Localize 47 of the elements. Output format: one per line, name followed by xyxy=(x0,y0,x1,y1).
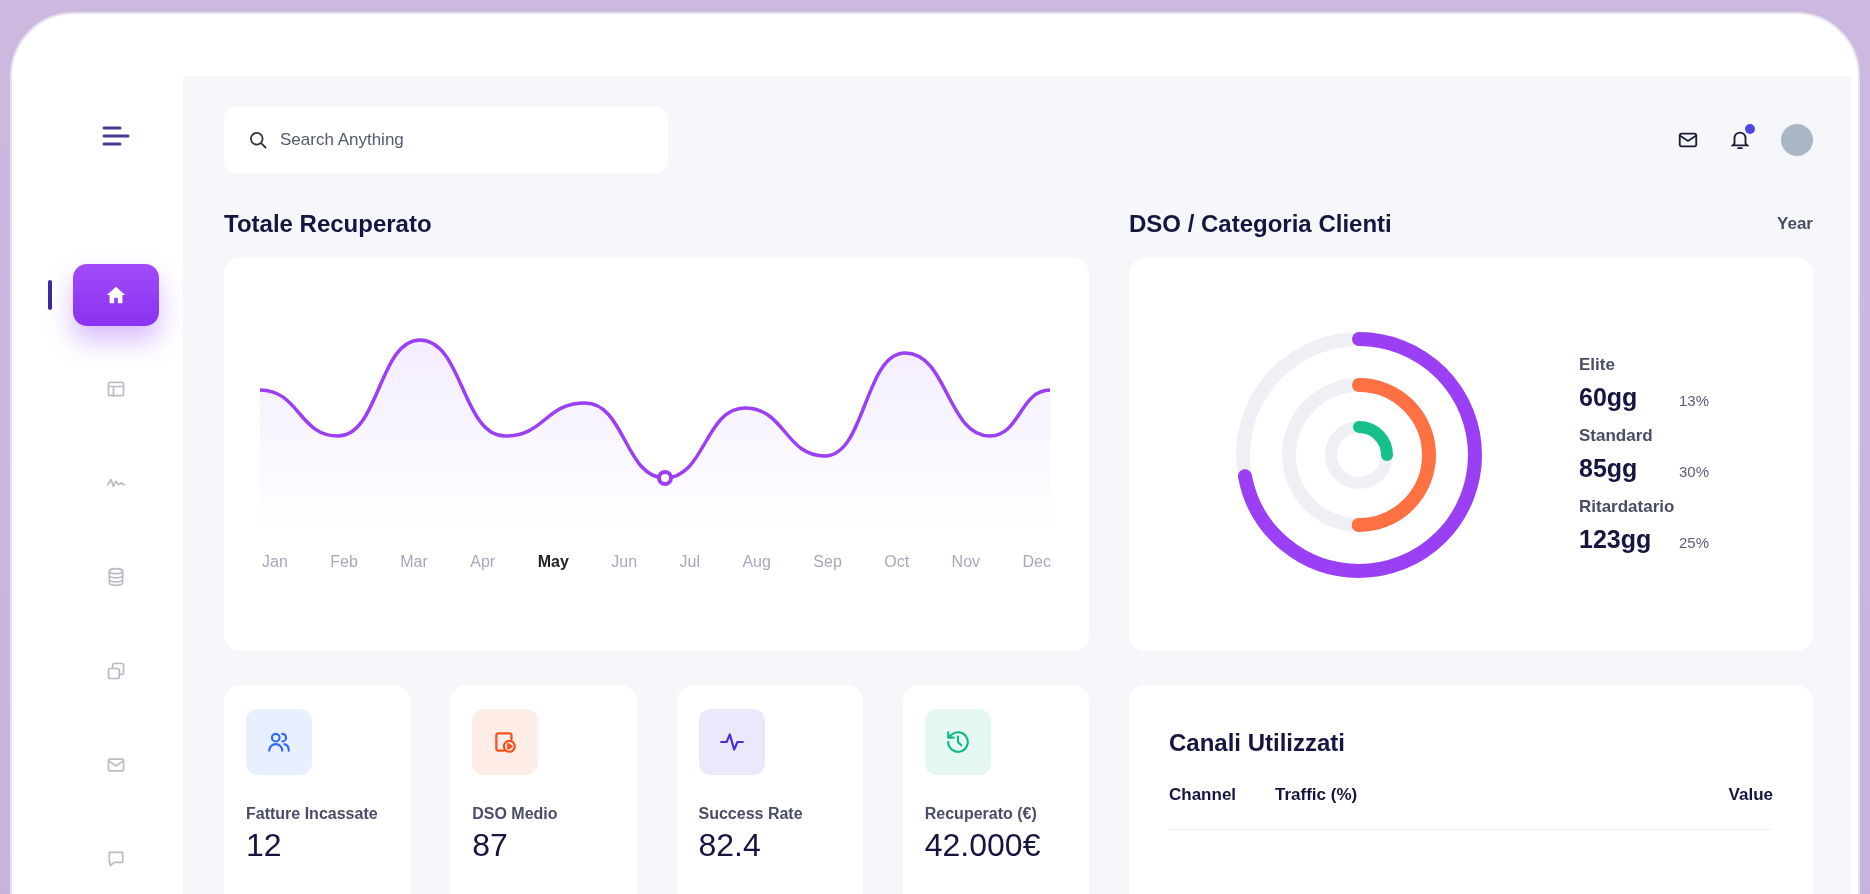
month-label[interactable]: May xyxy=(537,553,569,571)
month-label[interactable]: Jul xyxy=(679,553,700,571)
month-label[interactable]: Mar xyxy=(400,553,428,571)
column-header: Value xyxy=(1728,785,1773,805)
category-value: 85gg xyxy=(1579,454,1639,483)
month-label[interactable]: Sep xyxy=(813,553,842,571)
category-value: 60gg xyxy=(1579,383,1639,412)
category-share: 30% xyxy=(1679,463,1710,480)
avatar[interactable] xyxy=(1781,124,1813,156)
month-label[interactable]: Apr xyxy=(470,553,496,571)
category-label: Ritardatario xyxy=(1579,497,1676,517)
section-title: Totale Recuperato xyxy=(224,210,432,238)
category-share: 25% xyxy=(1679,534,1710,551)
mail-icon xyxy=(105,755,126,775)
menu-icon[interactable] xyxy=(101,126,130,146)
layout-icon xyxy=(105,379,126,399)
stat-value: 12 xyxy=(246,827,283,863)
windows-icon xyxy=(105,661,126,681)
history-icon xyxy=(944,729,971,755)
sidebar-item[interactable] xyxy=(72,264,159,326)
search-field[interactable]: Search Anything xyxy=(224,107,668,173)
column-header: Traffic (%) xyxy=(1275,785,1359,805)
stat-value: 42.000€ xyxy=(924,827,1042,863)
month-label[interactable]: Aug xyxy=(742,553,771,571)
category-label: Elite xyxy=(1579,355,1616,375)
month-label[interactable]: Nov xyxy=(951,553,981,571)
stat-value: 82.4 xyxy=(698,827,762,863)
month-label[interactable]: Jan xyxy=(262,553,288,571)
stat-label: DSO Medio xyxy=(472,805,559,823)
stat-label: Success Rate xyxy=(698,805,804,823)
period-selector[interactable]: Year xyxy=(1777,214,1813,234)
column-header: Channel xyxy=(1169,785,1238,805)
section-title: DSO / Categoria Clienti xyxy=(1129,210,1392,238)
home-icon xyxy=(104,284,127,306)
month-label[interactable]: Oct xyxy=(884,553,910,571)
card-title: Canali Utilizzati xyxy=(1169,729,1347,757)
stat-label: Fatture Incassate xyxy=(246,805,379,823)
stat-label: Recuperato (€) xyxy=(924,805,1038,823)
category-label: Standard xyxy=(1579,426,1654,446)
category-value: 123gg xyxy=(1579,525,1653,554)
active-indicator xyxy=(48,280,52,310)
month-label[interactable]: Feb xyxy=(330,553,358,571)
clock-badge-icon xyxy=(492,729,519,755)
category-share: 13% xyxy=(1679,392,1710,409)
month-label[interactable]: Jun xyxy=(611,553,638,571)
stat-value: 87 xyxy=(472,827,509,863)
month-label[interactable]: Dec xyxy=(1022,553,1051,571)
